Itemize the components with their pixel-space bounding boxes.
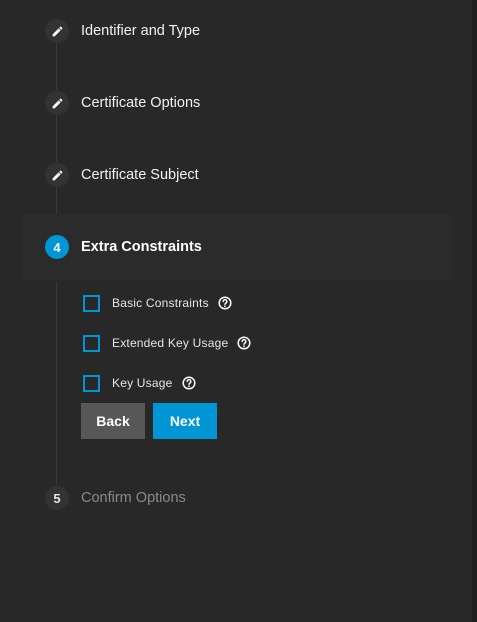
pencil-icon <box>52 170 62 180</box>
step-4-circle: 4 <box>45 235 69 259</box>
step-5-circle: 5 <box>45 486 69 510</box>
step-4-label: Extra Constraints <box>81 239 202 255</box>
step-2-label: Certificate Options <box>81 95 201 111</box>
step-1-circle <box>45 19 69 43</box>
help-circle-icon[interactable] <box>237 336 251 350</box>
step-certificate-subject[interactable]: Certificate Subject <box>0 151 472 199</box>
step-2-circle <box>45 91 69 115</box>
step-extra-constraints[interactable]: 4 Extra Constraints <box>22 214 452 280</box>
extended-key-usage-label[interactable]: Extended Key Usage <box>112 336 228 350</box>
basic-constraints-label[interactable]: Basic Constraints <box>112 296 209 310</box>
pencil-icon <box>52 26 62 36</box>
step-1-label: Identifier and Type <box>81 23 201 39</box>
extended-key-usage-checkbox[interactable] <box>83 334 100 352</box>
step-3-circle <box>45 163 69 187</box>
help-circle-icon[interactable] <box>218 296 232 310</box>
step-3-label: Certificate Subject <box>81 167 199 183</box>
key-usage-label[interactable]: Key Usage <box>112 376 173 390</box>
step-confirm-options[interactable]: 5 Confirm Options <box>0 474 472 522</box>
step-5-label: Confirm Options <box>81 490 186 506</box>
key-usage-option[interactable]: Key Usage <box>83 373 196 393</box>
extended-key-usage-option[interactable]: Extended Key Usage <box>83 333 251 353</box>
step-5-number: 5 <box>53 490 61 506</box>
step-connector-line <box>56 282 57 485</box>
step-certificate-options[interactable]: Certificate Options <box>0 79 472 127</box>
step-identifier-and-type[interactable]: Identifier and Type <box>0 7 472 55</box>
pencil-icon <box>52 98 62 108</box>
basic-constraints-checkbox[interactable] <box>83 294 100 312</box>
scrollbar-track[interactable] <box>472 0 477 622</box>
next-button[interactable]: Next <box>153 403 217 439</box>
basic-constraints-option[interactable]: Basic Constraints <box>83 293 232 313</box>
key-usage-checkbox[interactable] <box>83 374 100 392</box>
back-button[interactable]: Back <box>81 403 145 439</box>
step-4-number: 4 <box>53 239 61 255</box>
wizard-page: Identifier and Type Certificate Options … <box>0 0 477 622</box>
help-circle-icon[interactable] <box>181 376 196 390</box>
